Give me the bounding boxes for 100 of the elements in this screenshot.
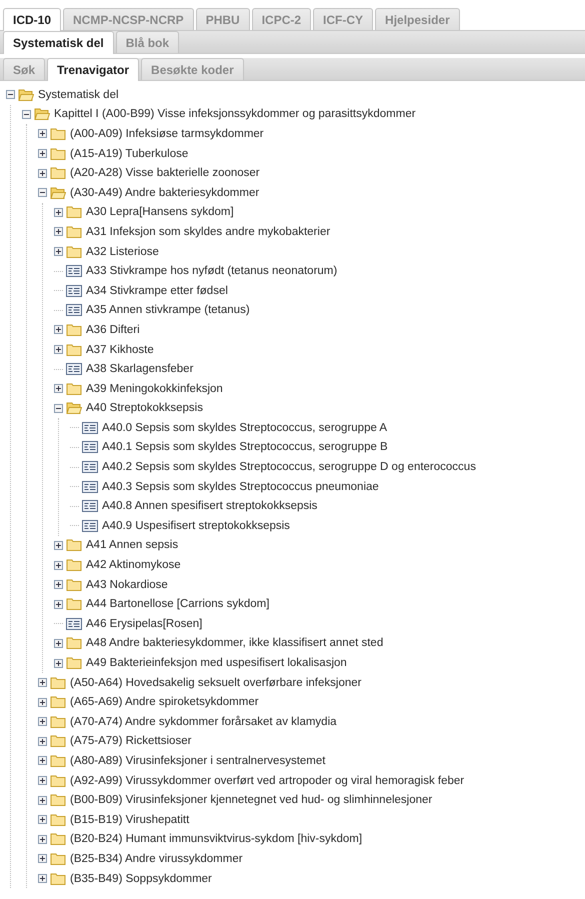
expand-icon[interactable]	[54, 227, 63, 236]
tree-item[interactable]: A40.8 Annen spesifisert streptokokksepsis	[102, 500, 318, 512]
expand-icon[interactable]	[38, 717, 47, 726]
tree-item[interactable]: (A92-A99) Virussykdommer overført ved artropoder og viral hemoragisk feber	[70, 774, 464, 787]
expand-icon[interactable]	[38, 149, 47, 158]
folder-icon	[66, 597, 82, 612]
tab[interactable]: Systematisk del	[3, 31, 114, 54]
tree-item[interactable]: (A65-A69) Andre spiroketsykdommer	[70, 696, 259, 708]
tree-item[interactable]: A33 Stivkrampe hos nyfødt (tetanus neonatorum)	[86, 265, 338, 278]
folder-icon	[66, 656, 82, 670]
document-icon	[66, 284, 82, 298]
folder-icon	[50, 126, 66, 141]
tree-item[interactable]: A37 Kikhoste	[86, 344, 154, 356]
tree-item[interactable]: A40.3 Sepsis som skyldes Streptococcus pneumoniae	[102, 480, 379, 493]
tree-item[interactable]: A42 Aktinomykose	[86, 559, 181, 572]
tree-item[interactable]: A40.2 Sepsis som skyldes Streptococcus, serogruppe D og enterococcus	[102, 461, 476, 474]
folder-icon	[50, 166, 66, 180]
tree-item[interactable]: (A30-A49) Andre bakteriesykdommer	[70, 186, 260, 199]
tab[interactable]: ICD-10	[3, 8, 62, 31]
tree-item[interactable]: A49 Bakterieinfeksjon med uspesifisert lokalisasjon	[86, 657, 347, 670]
expand-icon[interactable]	[38, 678, 47, 688]
expand-icon[interactable]	[54, 658, 63, 668]
tree-item[interactable]: A32 Listeriose	[86, 246, 159, 258]
folder-icon	[18, 88, 34, 102]
expand-icon[interactable]	[38, 874, 47, 884]
expand-icon[interactable]	[38, 168, 47, 178]
folder-icon	[50, 186, 66, 200]
folder-icon	[66, 636, 82, 650]
tab[interactable]: Trenavigator	[47, 58, 140, 81]
folder-icon	[66, 224, 82, 239]
folder-icon	[50, 852, 66, 866]
tree-item[interactable]: (B35-B49) Soppsykdommer	[70, 872, 212, 885]
document-icon	[82, 440, 98, 454]
tree-item[interactable]: A40 Streptokokksepsis	[86, 402, 203, 414]
expand-icon[interactable]	[54, 638, 63, 648]
tree-item[interactable]: A40.9 Uspesifisert streptokokksepsis	[102, 520, 290, 532]
tree-item[interactable]: (A20-A28) Visse bakterielle zoonoser	[70, 167, 260, 180]
folder-icon	[50, 676, 66, 690]
document-icon	[66, 362, 82, 376]
folder-icon	[50, 774, 66, 788]
expand-icon[interactable]	[54, 208, 63, 217]
tree-item[interactable]: (A50-A64) Hovedsakelig seksuelt overførbare infeksjoner	[70, 676, 362, 689]
folder-icon	[66, 578, 82, 592]
folder-icon	[50, 872, 66, 886]
tree-item[interactable]: A30 Lepra[Hansens sykdom]	[86, 206, 234, 218]
tree-item[interactable]: A48 Andre bakteriesykdommer, ikke klassifisert annet sted	[86, 637, 384, 650]
folder-icon	[50, 793, 66, 808]
tree-item[interactable]: A35 Annen stivkrampe (tetanus)	[86, 304, 250, 316]
collapse-icon[interactable]	[22, 110, 31, 119]
tree-item[interactable]: A39 Meningokokkinfeksjon	[86, 382, 223, 395]
tree-item[interactable]: (A70-A74) Andre sykdommer forårsaket av klamydia	[70, 716, 337, 728]
tree-item[interactable]: A36 Difteri	[86, 324, 140, 336]
expand-icon[interactable]	[38, 834, 47, 844]
tree-item[interactable]: (B00-B09) Virusinfeksjoner kjennetegnet ved hud- og slimhinnelesjoner	[70, 794, 432, 806]
tree-item[interactable]: A43 Nokardiose	[86, 578, 168, 591]
folder-icon	[50, 832, 66, 846]
tree-item[interactable]: (A00-A09) Infeksiøse tarmsykdommer	[70, 128, 264, 140]
expand-icon[interactable]	[38, 815, 47, 824]
expand-icon[interactable]	[38, 698, 47, 707]
tree-item[interactable]: A41 Annen sepsis	[86, 539, 178, 552]
expand-icon[interactable]	[38, 796, 47, 805]
tree-item[interactable]: (A80-A89) Virusinfeksjoner i sentralnervesystemet	[70, 754, 326, 767]
folder-icon	[66, 382, 82, 396]
expand-icon[interactable]	[38, 736, 47, 746]
tree-item[interactable]: (B15-B19) Virushepatitt	[70, 814, 190, 826]
tree-item[interactable]: A44 Bartonellose [Carrions sykdom]	[86, 598, 270, 610]
expand-icon[interactable]	[54, 580, 63, 590]
tree-item[interactable]: (B25-B34) Andre virussykdommer	[70, 852, 243, 865]
expand-icon[interactable]	[54, 325, 63, 334]
tree-item[interactable]: Kapittel I (A00-B99) Visse infeksjonssykdommer og parasittsykdommer	[54, 108, 416, 120]
expand-icon[interactable]	[38, 854, 47, 864]
expand-icon[interactable]	[38, 776, 47, 786]
folder-icon	[66, 558, 82, 572]
folder-icon	[50, 146, 66, 161]
tree-item[interactable]: A31 Infeksjon som skyldes andre mykobakterier	[86, 226, 330, 238]
folder-icon	[34, 107, 50, 122]
tree-item[interactable]: A46 Erysipelas[Rosen]	[86, 618, 202, 630]
expand-icon[interactable]	[54, 247, 63, 256]
tree-item[interactable]: A38 Skarlagensfeber	[86, 363, 194, 376]
folder-icon	[66, 538, 82, 552]
expand-icon[interactable]	[54, 384, 63, 394]
expand-icon[interactable]	[54, 600, 63, 609]
expand-icon[interactable]	[54, 345, 63, 354]
document-icon	[82, 480, 98, 494]
tree-item[interactable]: Systematisk del	[38, 88, 119, 101]
tree-item[interactable]: (A75-A79) Rickettsioser	[70, 735, 192, 748]
expand-icon[interactable]	[54, 540, 63, 550]
expand-icon[interactable]	[38, 129, 47, 138]
collapse-icon[interactable]	[38, 188, 47, 198]
tree-item[interactable]: A34 Stivkrampe etter fødsel	[86, 284, 228, 297]
tree-item[interactable]: (A15-A19) Tuberkulose	[70, 148, 188, 160]
folder-icon	[50, 754, 66, 768]
expand-icon[interactable]	[38, 756, 47, 766]
tree-item[interactable]: (B20-B24) Humant immunsviktvirus-sykdom [hiv-sykdom]	[70, 833, 362, 846]
expand-icon[interactable]	[54, 560, 63, 570]
tree-item[interactable]: A40.0 Sepsis som skyldes Streptococcus, serogruppe A	[102, 422, 388, 434]
tree-item[interactable]: A40.1 Sepsis som skyldes Streptococcus, serogruppe B	[102, 441, 388, 454]
folder-icon	[50, 812, 66, 827]
collapse-icon[interactable]	[54, 404, 63, 413]
collapse-icon[interactable]	[6, 90, 15, 100]
